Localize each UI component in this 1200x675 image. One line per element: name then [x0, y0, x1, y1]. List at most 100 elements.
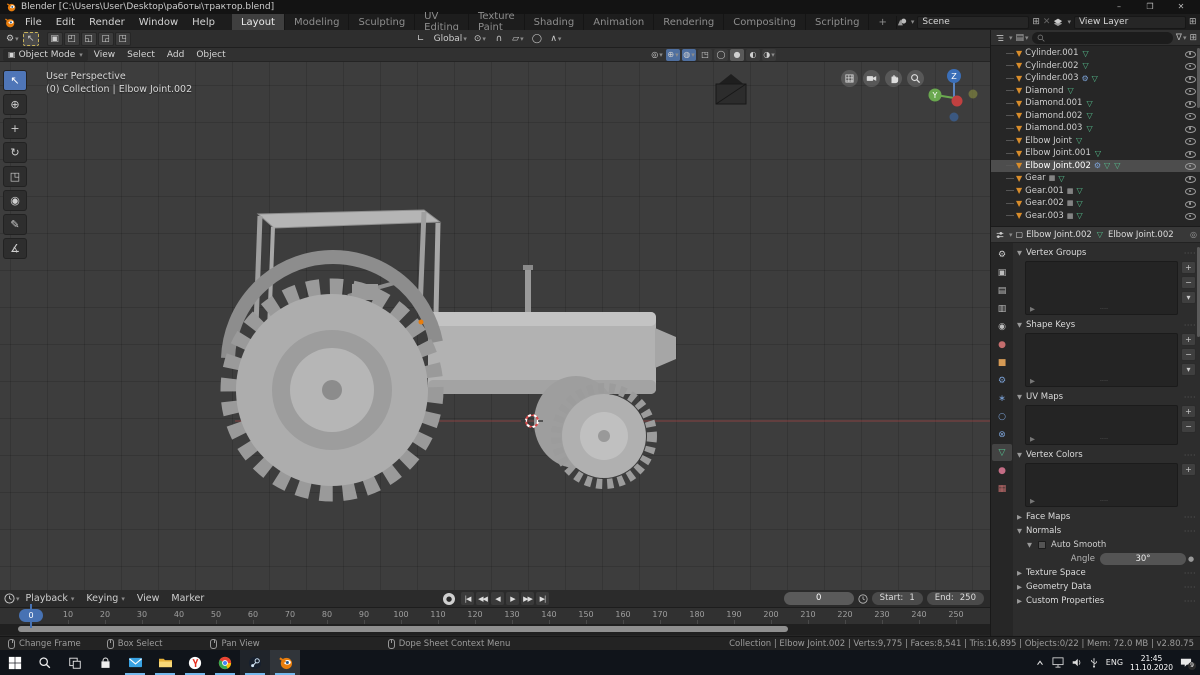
remove-button[interactable]: − — [1181, 420, 1196, 433]
tool-settings-icon[interactable]: ⚙▾ — [4, 32, 21, 46]
viewport-3d[interactable]: User Perspective (0) Collection | Elbow … — [0, 62, 990, 590]
timeline-menu-keying[interactable]: Keying▾ — [80, 593, 130, 604]
outliner-item[interactable]: ▼Diamond▽ — [991, 85, 1200, 98]
outliner-item[interactable]: ▼Diamond.003▽ — [991, 122, 1200, 135]
properties-tab-modifiers[interactable]: ⚙ — [992, 372, 1012, 389]
frame-start-field[interactable]: Start:1 — [872, 592, 923, 605]
workspace-tab-texture-paint[interactable]: Texture Paint — [469, 14, 525, 30]
minimize-button[interactable]: – — [1106, 0, 1132, 14]
add-button[interactable]: + — [1181, 333, 1196, 346]
properties-tab-constraints[interactable]: ⊗ — [992, 426, 1012, 443]
gizmo-toggle-icon[interactable]: ⊕▾ — [666, 49, 680, 61]
yandex-app[interactable] — [180, 650, 210, 675]
hide-in-viewport-icon[interactable] — [1185, 136, 1195, 145]
tool-annotate[interactable]: ✎ — [3, 214, 27, 235]
properties-tab-object[interactable]: ■ — [992, 354, 1012, 371]
properties-tab-object-data[interactable]: ▽ — [992, 444, 1012, 461]
orthographic-toggle-icon[interactable] — [841, 70, 858, 87]
current-frame-field[interactable]: 0 — [784, 592, 854, 605]
panel-header-uv-maps[interactable]: ▼UV Maps···· — [1017, 390, 1196, 404]
remove-button[interactable]: − — [1181, 276, 1196, 289]
panel-header-texture-space[interactable]: ▶Texture Space···· — [1017, 566, 1196, 580]
animate-property-icon[interactable]: ● — [1186, 555, 1196, 563]
outliner-item[interactable]: ▼Gear.001▦▽ — [991, 185, 1200, 198]
select-mode-icon-1[interactable]: ◰ — [64, 32, 80, 46]
mode-selector[interactable]: ▣Object Mode▾ — [3, 49, 88, 61]
select-mode-icon-3[interactable]: ◲ — [98, 32, 114, 46]
scene-selector-dropdown[interactable]: ▾ — [911, 18, 915, 26]
new-scene-icon[interactable]: ⊞ — [1032, 17, 1040, 27]
object-visibility-icon[interactable]: ◎▾ — [650, 49, 664, 61]
outliner-item[interactable]: ▼Elbow Joint.002⚙▽▽ — [991, 160, 1200, 173]
transform-pivot-icon[interactable]: ⊙▾ — [472, 32, 488, 46]
breadcrumb-object-name[interactable]: Elbow Joint.002 — [1026, 230, 1092, 240]
viewport-menu-object[interactable]: Object — [190, 50, 231, 60]
hide-in-viewport-icon[interactable] — [1185, 211, 1195, 220]
list-expand-icon[interactable]: ▶ — [1030, 377, 1035, 385]
workspace-tab-sculpting[interactable]: Sculpting — [349, 14, 415, 30]
panel-header-face-maps[interactable]: ▶Face Maps···· — [1017, 510, 1196, 524]
frame-end-field[interactable]: End:250 — [927, 592, 984, 605]
workspace-tab-compositing[interactable]: Compositing — [724, 14, 806, 30]
menu-help[interactable]: Help — [185, 17, 222, 28]
start-button[interactable] — [0, 650, 30, 675]
tool-move[interactable]: + — [3, 118, 27, 139]
tool-cursor[interactable]: ⊕ — [3, 94, 27, 115]
menu-file[interactable]: File — [18, 17, 49, 28]
properties-tab-view-layer[interactable]: ▥ — [992, 300, 1012, 317]
outliner-item[interactable]: ▼Gear.003▦▽ — [991, 210, 1200, 223]
hide-in-viewport-icon[interactable] — [1185, 199, 1195, 208]
shading-solid-icon[interactable]: ● — [730, 49, 744, 61]
task-view-button[interactable] — [60, 650, 90, 675]
add-workspace-tab[interactable]: + — [869, 16, 896, 29]
shape-keys-list[interactable]: ▶···· — [1025, 333, 1178, 387]
outliner-search-input[interactable] — [1032, 32, 1173, 44]
preview-range-clock-icon[interactable] — [858, 594, 868, 604]
hide-in-viewport-icon[interactable] — [1185, 186, 1195, 195]
blender-menu-icon[interactable] — [4, 17, 14, 27]
menu-render[interactable]: Render — [82, 17, 132, 28]
list-expand-icon[interactable]: ▶ — [1030, 435, 1035, 443]
properties-tab-physics[interactable]: ○ — [992, 408, 1012, 425]
search-button[interactable] — [30, 650, 60, 675]
prev-keyframe-button[interactable]: ◀◀ — [476, 592, 489, 605]
breadcrumb-data-name[interactable]: Elbow Joint.002 — [1108, 230, 1174, 240]
viewport-menu-add[interactable]: Add — [161, 50, 190, 60]
blender-app[interactable] — [270, 650, 300, 675]
overlays-toggle-icon[interactable]: ◍▾ — [682, 49, 696, 61]
display-mode-icon[interactable]: ▤▾ — [1016, 33, 1029, 43]
viewport-menu-select[interactable]: Select — [121, 50, 161, 60]
auto-keying-button[interactable]: ● — [443, 593, 455, 605]
hide-in-viewport-icon[interactable] — [1185, 49, 1195, 58]
steam-app[interactable] — [240, 650, 270, 675]
panel-header-vertex-groups[interactable]: ▼Vertex Groups···· — [1017, 246, 1196, 260]
specials-menu-button[interactable]: ▾ — [1181, 291, 1196, 304]
speaker-icon[interactable] — [1071, 657, 1082, 668]
workspace-tab-rendering[interactable]: Rendering — [654, 14, 724, 30]
properties-editor-dropdown[interactable]: ▾ — [1009, 231, 1013, 239]
scene-name-field[interactable]: Scene — [917, 16, 1029, 29]
properties-tab-tool[interactable]: ⚙ — [992, 246, 1012, 263]
tool-transform[interactable]: ◉ — [3, 190, 27, 211]
workspace-tab-shading[interactable]: Shading — [525, 14, 585, 30]
xray-toggle-icon[interactable]: ◳ — [698, 49, 712, 61]
maximize-button[interactable]: ❒ — [1137, 0, 1163, 14]
properties-tab-scene[interactable]: ◉ — [992, 318, 1012, 335]
select-mode-icon-4[interactable]: ◳ — [115, 32, 131, 46]
clock[interactable]: 21:45 11.10.2020 — [1130, 654, 1173, 672]
workspace-tab-uv-editing[interactable]: UV Editing — [415, 14, 469, 30]
outliner-item[interactable]: ▼Diamond.002▽ — [991, 110, 1200, 123]
outliner-item[interactable]: ▼Elbow Joint.001▽ — [991, 147, 1200, 160]
snap-magnet-icon[interactable]: ∩ — [491, 32, 507, 46]
tray-chevron-icon[interactable] — [1035, 658, 1045, 668]
timeline-menu-marker[interactable]: Marker — [165, 593, 210, 604]
tool-scale[interactable]: ◳ — [3, 166, 27, 187]
hide-in-viewport-icon[interactable] — [1185, 111, 1195, 120]
workspace-tab-animation[interactable]: Animation — [584, 14, 654, 30]
hide-in-viewport-icon[interactable] — [1185, 124, 1195, 133]
add-button[interactable]: + — [1181, 405, 1196, 418]
delete-scene-icon[interactable]: ✕ — [1043, 17, 1051, 27]
tool-measure[interactable]: ∡ — [3, 238, 27, 259]
view-layer-field[interactable]: View Layer — [1074, 16, 1186, 29]
specials-menu-button[interactable]: ▾ — [1181, 363, 1196, 376]
